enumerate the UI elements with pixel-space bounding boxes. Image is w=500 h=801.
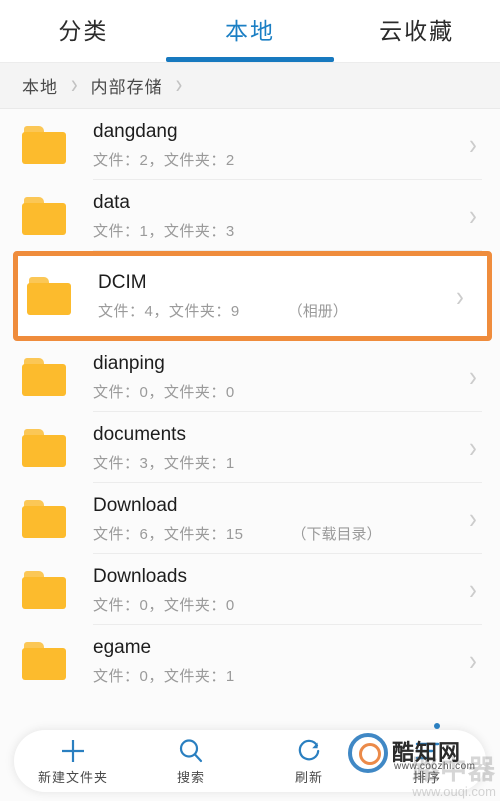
list-item-text: Downloads 文件：0，文件夹：0: [93, 565, 462, 615]
list-item[interactable]: egame 文件：0，文件夹：1 ›: [0, 625, 500, 696]
active-tab-underline: [166, 57, 334, 62]
folder-icon: [22, 196, 68, 235]
folder-list: dangdang 文件：2，文件夹：2 › data 文件：1，文件夹：3 › …: [0, 109, 500, 696]
list-item-text: data 文件：1，文件夹：3: [93, 191, 462, 241]
refresh-button[interactable]: 刷新: [250, 736, 368, 786]
chevron-right-icon: ›: [469, 198, 477, 232]
list-item-dcim-highlighted[interactable]: DCIM 文件：4，文件夹：9 （相册） ›: [13, 251, 492, 341]
tab-category-label: 分类: [58, 18, 109, 44]
top-tab-bar: 分类 本地 云收藏: [0, 0, 500, 63]
tab-category[interactable]: 分类: [0, 0, 167, 62]
list-item-name: documents: [93, 423, 186, 445]
folder-icon: [22, 570, 68, 609]
list-item-text: dangdang 文件：2，文件夹：2: [93, 120, 462, 170]
list-item-meta: 文件：4，文件夹：9: [98, 303, 240, 320]
list-item-meta: 文件：0，文件夹：0: [93, 383, 235, 401]
chevron-right-icon: ›: [175, 69, 183, 100]
sort-label: 排序: [412, 770, 441, 785]
search-label: 搜索: [176, 770, 205, 785]
list-item-name: egame: [93, 636, 152, 658]
sort-button[interactable]: 排序: [368, 736, 486, 786]
list-item-meta: 文件：2，文件夹：2: [93, 151, 235, 169]
chevron-right-icon: ›: [469, 643, 477, 677]
folder-icon: [22, 641, 68, 680]
new-folder-button[interactable]: 新建文件夹: [14, 736, 132, 786]
chevron-right-icon: ›: [71, 69, 78, 100]
plus-icon: [58, 736, 88, 766]
list-item-name: DCIM: [98, 272, 147, 293]
list-item[interactable]: dianping 文件：0，文件夹：0 ›: [0, 341, 500, 412]
list-item-name: dangdang: [93, 120, 178, 142]
bottom-toolbar: 新建文件夹 搜索 刷新 排序: [14, 730, 486, 792]
chevron-right-icon: ›: [469, 501, 477, 535]
refresh-icon: [294, 736, 324, 766]
folder-icon: [22, 428, 68, 467]
list-item-meta: 文件：1，文件夹：3: [93, 222, 235, 240]
list-item-text: egame 文件：0，文件夹：1: [93, 636, 462, 686]
list-item-meta: 文件：3，文件夹：1: [93, 454, 235, 472]
chevron-right-icon: ›: [469, 430, 477, 464]
tab-local-label: 本地: [225, 18, 275, 44]
chevron-right-icon: ›: [456, 279, 464, 312]
breadcrumb-item-internal-storage[interactable]: 内部存储: [91, 73, 163, 98]
list-item-name: Downloads: [93, 565, 187, 587]
coozhi-dot-icon: [434, 723, 440, 729]
list-item-name: dianping: [93, 352, 165, 374]
folder-icon: [22, 125, 68, 164]
chevron-right-icon: ›: [469, 127, 477, 161]
list-item[interactable]: data 文件：1，文件夹：3 ›: [0, 180, 500, 251]
sort-icon: [412, 736, 442, 766]
search-icon: [176, 736, 206, 766]
tab-cloud-favorites[interactable]: 云收藏: [333, 0, 500, 62]
folder-icon: [22, 499, 68, 538]
list-item-text: Download 文件：6，文件夹：15 （下载目录）: [93, 494, 462, 544]
tab-cloud-favorites-label: 云收藏: [379, 18, 455, 44]
list-item[interactable]: Download 文件：6，文件夹：15 （下载目录） ›: [0, 483, 500, 554]
list-item[interactable]: dangdang 文件：2，文件夹：2 ›: [0, 109, 500, 180]
list-item[interactable]: Downloads 文件：0，文件夹：0 ›: [0, 554, 500, 625]
chevron-right-icon: ›: [469, 359, 477, 393]
list-item-text: dianping 文件：0，文件夹：0: [93, 352, 462, 402]
list-item-text: DCIM 文件：4，文件夹：9 （相册）: [98, 271, 449, 321]
list-item-meta: 文件：6，文件夹：15: [93, 525, 244, 543]
list-item-name: data: [93, 191, 130, 213]
search-button[interactable]: 搜索: [132, 736, 250, 786]
list-item-name: Download: [93, 494, 178, 516]
refresh-label: 刷新: [294, 770, 323, 785]
list-item-note: （下载目录）: [291, 525, 382, 543]
breadcrumb: 本地 › 内部存储 ›: [0, 63, 500, 109]
folder-icon: [22, 357, 68, 396]
list-item[interactable]: documents 文件：3，文件夹：1 ›: [0, 412, 500, 483]
breadcrumb-item-local[interactable]: 本地: [22, 73, 58, 98]
tab-local[interactable]: 本地: [166, 0, 334, 62]
list-item-text: documents 文件：3，文件夹：1: [93, 423, 462, 473]
new-folder-label: 新建文件夹: [37, 770, 108, 785]
list-item-meta: 文件：0，文件夹：0: [93, 596, 235, 614]
list-item-meta: 文件：0，文件夹：1: [93, 667, 235, 685]
list-item-note: （相册）: [287, 303, 348, 320]
chevron-right-icon: ›: [469, 572, 477, 606]
folder-icon: [27, 277, 73, 315]
